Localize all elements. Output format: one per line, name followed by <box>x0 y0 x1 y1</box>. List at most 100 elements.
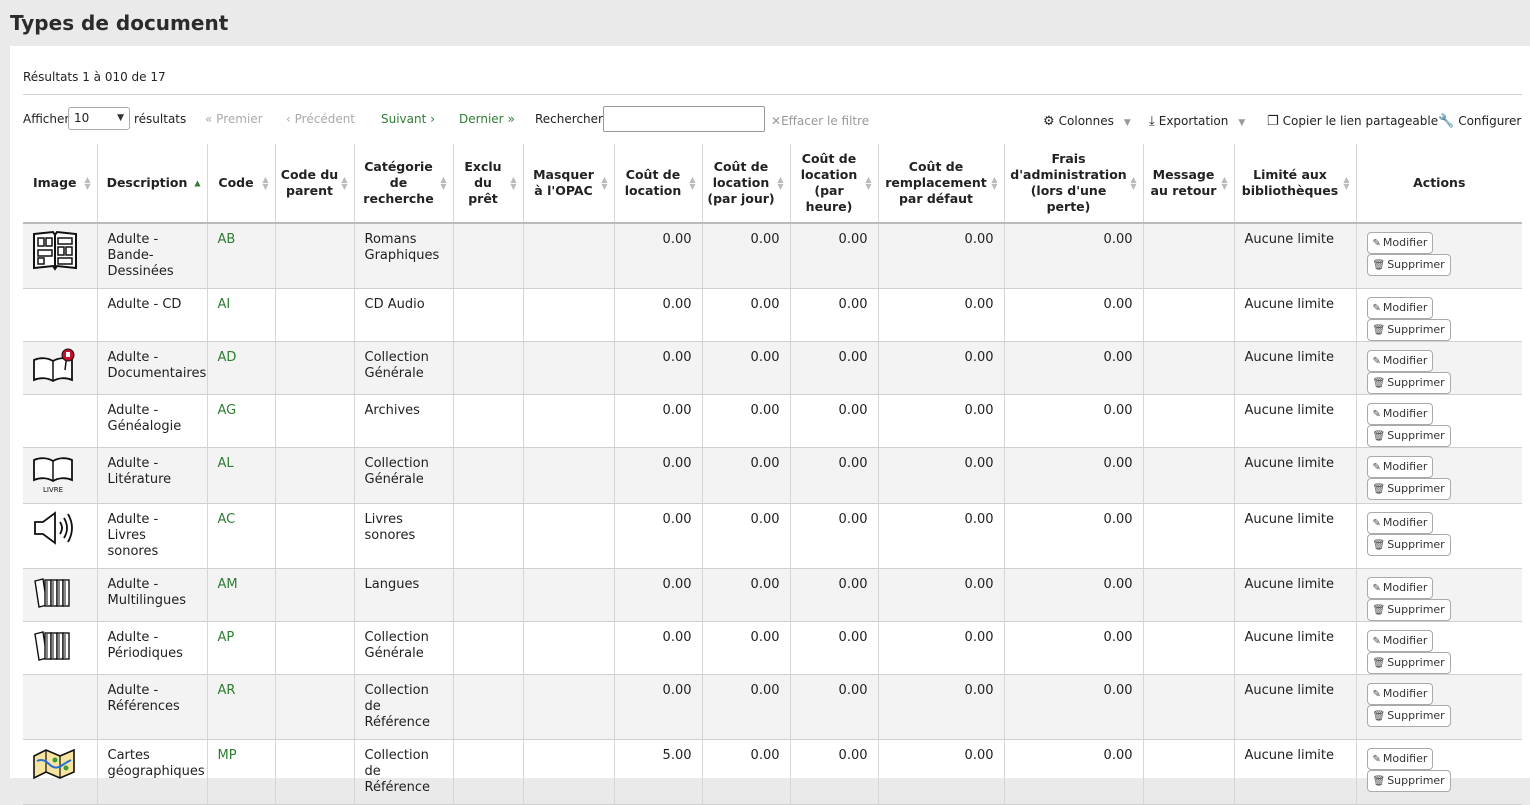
edit-button[interactable]: ✎ Modifier <box>1366 630 1434 652</box>
cell-code[interactable]: AL <box>207 447 276 504</box>
column-header[interactable]: Frais d'administration (lors d'une perte… <box>1004 144 1144 224</box>
sort-icon: ▲ ▼ <box>1130 175 1137 191</box>
column-header[interactable]: Coût de location ▲ ▼ <box>614 144 703 224</box>
configure-button[interactable]: 🔧 Configurer <box>1438 109 1521 134</box>
delete-label: Supprimer <box>1387 258 1445 271</box>
cell-code[interactable]: AG <box>207 394 276 448</box>
cell-message <box>1143 223 1235 289</box>
edit-label: Modifier <box>1382 407 1428 420</box>
edit-button[interactable]: ✎ Modifier <box>1366 512 1434 534</box>
column-header-label: Coût de remplacement par défaut <box>885 159 987 206</box>
cell-code[interactable]: AR <box>207 674 276 740</box>
cell-code[interactable]: MP <box>207 739 276 805</box>
column-header[interactable]: Exclu du prêt ▲ ▼ <box>453 144 524 224</box>
actions-cell: ✎ Modifier🗑 Supprimer <box>1356 394 1522 448</box>
books-icon <box>31 631 75 668</box>
table-body: Adulte - Bande-Dessinées AB Romans Graphiq… <box>23 223 1522 805</box>
cell-excluded <box>453 621 524 675</box>
column-header[interactable]: Image ▲ ▼ <box>23 144 98 224</box>
pencil-icon: ✎ <box>1372 303 1381 314</box>
cell-hidden <box>523 674 615 740</box>
cell-code[interactable]: AD <box>207 341 276 395</box>
cell-rental: 0.00 <box>614 674 703 740</box>
cell-code[interactable]: AI <box>207 288 276 342</box>
previous-page-button[interactable]: ‹ Précédent <box>286 107 355 131</box>
cell-hidden <box>523 568 615 622</box>
cell-code[interactable]: AC <box>207 503 276 569</box>
cell-rental-hour: 0.00 <box>790 568 879 622</box>
delete-button[interactable]: 🗑 Supprimer <box>1366 705 1451 727</box>
cell-replacement: 0.00 <box>878 503 1005 569</box>
speaker-icon <box>31 511 77 550</box>
column-header[interactable]: Description ▲ <box>97 144 208 224</box>
delete-button[interactable]: 🗑 Supprimer <box>1366 372 1451 394</box>
cell-category: Collection Générale <box>354 447 454 504</box>
delete-button[interactable]: 🗑 Supprimer <box>1366 254 1451 276</box>
edit-button[interactable]: ✎ Modifier <box>1366 297 1434 319</box>
column-header-label: Description <box>106 175 188 190</box>
column-header[interactable]: Code ▲ ▼ <box>207 144 276 224</box>
column-header[interactable]: Coût de location (par jour) ▲ ▼ <box>702 144 791 224</box>
delete-button[interactable]: 🗑 Supprimer <box>1366 478 1451 500</box>
delete-button[interactable]: 🗑 Supprimer <box>1366 425 1451 447</box>
sort-icon: ▲ <box>194 178 201 188</box>
image-cell <box>23 341 98 395</box>
actions-cell: ✎ Modifier🗑 Supprimer <box>1356 621 1522 675</box>
trash-icon: 🗑 <box>1372 431 1386 442</box>
cell-rental-day: 0.00 <box>702 674 791 740</box>
columns-button[interactable]: ⚙ Colonnes ▼ <box>1043 109 1131 135</box>
edit-button[interactable]: ✎ Modifier <box>1366 577 1434 599</box>
column-header[interactable]: Message au retour ▲ ▼ <box>1143 144 1235 224</box>
cell-message <box>1143 288 1235 342</box>
cell-rental: 0.00 <box>614 288 703 342</box>
page-size-select[interactable]: 10 ▼ <box>68 107 130 130</box>
cell-rental-hour: 0.00 <box>790 341 879 395</box>
edit-button[interactable]: ✎ Modifier <box>1366 683 1434 705</box>
last-page-button[interactable]: Dernier » <box>459 107 515 131</box>
column-header[interactable]: Catégorie de recherche ▲ ▼ <box>354 144 454 224</box>
pencil-icon: ✎ <box>1372 462 1381 473</box>
delete-button[interactable]: 🗑 Supprimer <box>1366 652 1451 674</box>
cell-replacement: 0.00 <box>878 739 1005 805</box>
cell-limited: Aucune limite <box>1234 621 1357 675</box>
delete-label: Supprimer <box>1387 482 1445 495</box>
table-row: Adulte - Documentaires AD Collection Génér… <box>23 341 1522 395</box>
column-header[interactable]: Coût de location (par heure) ▲ ▼ <box>790 144 879 224</box>
edit-button[interactable]: ✎ Modifier <box>1366 456 1434 478</box>
edit-button[interactable]: ✎ Modifier <box>1366 403 1434 425</box>
delete-button[interactable]: 🗑 Supprimer <box>1366 319 1451 341</box>
edit-button[interactable]: ✎ Modifier <box>1366 350 1434 372</box>
column-header[interactable]: Actions <box>1356 144 1522 224</box>
delete-button[interactable]: 🗑 Supprimer <box>1366 534 1451 556</box>
edit-button[interactable]: ✎ Modifier <box>1366 232 1434 254</box>
column-header-label: Masquer à l'OPAC <box>533 167 594 198</box>
export-button[interactable]: ⤓ Exportation ▼ <box>1149 109 1245 135</box>
column-header[interactable]: Limité aux bibliothèques ▲ ▼ <box>1234 144 1357 224</box>
cell-category: Romans Graphiques <box>354 223 454 289</box>
cell-code[interactable]: AB <box>207 223 276 289</box>
cell-code[interactable]: AP <box>207 621 276 675</box>
column-header[interactable]: Coût de remplacement par défaut ▲ ▼ <box>878 144 1005 224</box>
cell-code[interactable]: AM <box>207 568 276 622</box>
cell-rental: 0.00 <box>614 447 703 504</box>
cell-replacement: 0.00 <box>878 288 1005 342</box>
edit-label: Modifier <box>1382 301 1428 314</box>
copy-link-button[interactable]: ❐ Copier le lien partageable <box>1267 109 1438 134</box>
delete-button[interactable]: 🗑 Supprimer <box>1366 599 1451 621</box>
column-header[interactable]: Code du parent ▲ ▼ <box>275 144 355 224</box>
next-page-button[interactable]: Suivant › <box>381 107 435 131</box>
edit-button[interactable]: ✎ Modifier <box>1366 748 1434 770</box>
cell-hidden <box>523 341 615 395</box>
chevron-left-icon: ‹ <box>286 112 291 126</box>
image-cell <box>23 223 98 289</box>
column-header-label: Coût de location <box>624 167 682 198</box>
delete-button[interactable]: 🗑 Supprimer <box>1366 770 1451 792</box>
page-size-value: 10 <box>74 111 90 125</box>
search-input[interactable] <box>603 106 765 132</box>
trash-icon: 🗑 <box>1372 658 1386 669</box>
close-icon: ✕ <box>771 114 782 128</box>
export-label: Exportation <box>1158 114 1229 128</box>
clear-filter-button[interactable]: ✕Effacer le filtre <box>771 109 869 133</box>
column-header[interactable]: Masquer à l'OPAC ▲ ▼ <box>523 144 615 224</box>
first-page-button[interactable]: « Premier <box>205 107 263 131</box>
